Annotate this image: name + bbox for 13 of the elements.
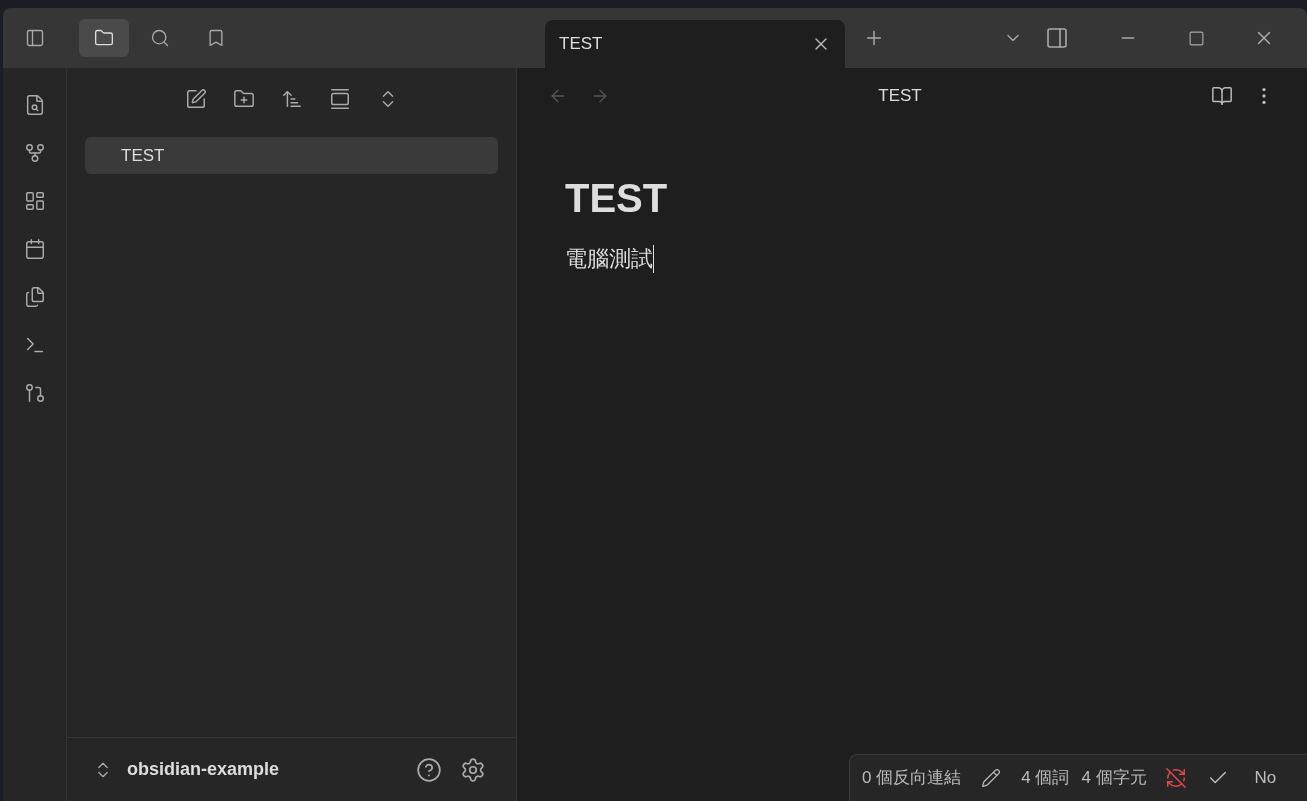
editor-tab[interactable]: TEST: [545, 20, 845, 68]
note-text: 電腦測試: [565, 245, 653, 273]
text-cursor: [653, 244, 654, 273]
note-title: TEST: [878, 85, 922, 108]
mode-indicator[interactable]: No: [1254, 765, 1277, 791]
vault-name[interactable]: obsidian-example: [127, 756, 412, 783]
note-heading: TEST: [565, 175, 669, 222]
pencil-icon: [981, 768, 1002, 788]
word-count: 4 個詞: [1021, 767, 1070, 790]
backlinks-count[interactable]: 0 個反向連結: [862, 765, 962, 791]
character-count: 4 個字元: [1081, 767, 1147, 790]
file-item[interactable]: TEST: [85, 137, 498, 174]
folder-icon[interactable]: [79, 19, 129, 57]
